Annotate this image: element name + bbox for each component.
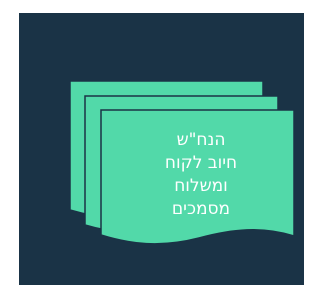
document-label: הנח"ש חיוב לקוח ומשלוח מסמכים xyxy=(107,119,295,231)
label-line-3: ומשלוח xyxy=(174,176,228,196)
label-line-4: מסמכים xyxy=(171,199,231,219)
label-line-1: הנח"ש xyxy=(176,130,226,150)
label-line-2: חיוב לקוח xyxy=(164,153,238,173)
